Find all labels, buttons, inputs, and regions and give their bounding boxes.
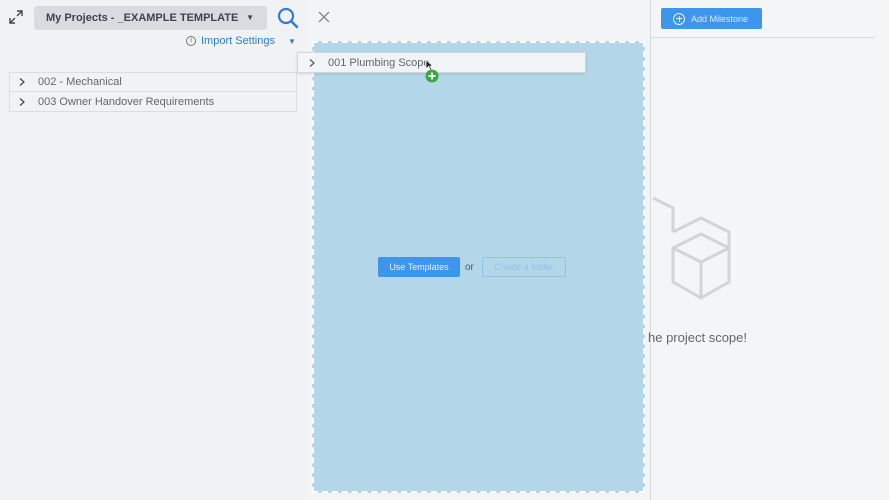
chevron-right-icon <box>309 58 315 67</box>
tree-item-label: 002 - Mechanical <box>38 76 122 88</box>
create-folder-button[interactable]: Create a folder <box>482 257 566 277</box>
chevron-right-icon[interactable] <box>18 97 26 106</box>
scope-tree: 002 - Mechanical 003 Owner Handover Requ… <box>9 72 297 112</box>
add-milestone-label: Add Milestone <box>691 13 749 24</box>
search-icon[interactable] <box>276 6 300 30</box>
add-plus-icon <box>425 69 439 83</box>
project-selector[interactable]: My Projects - _EXAMPLE TEMPLATE ▼ <box>34 6 267 30</box>
tree-item[interactable]: 002 - Mechanical <box>9 72 297 92</box>
tree-item-label: 003 Owner Handover Requirements <box>38 95 215 108</box>
info-icon: i <box>186 36 196 46</box>
header-divider <box>651 37 875 38</box>
chevron-right-icon[interactable] <box>18 78 26 86</box>
tree-item[interactable]: 003 Owner Handover Requirements <box>9 92 297 112</box>
import-settings-label: Import Settings <box>201 35 275 47</box>
empty-state-message: he project scope! <box>648 330 748 345</box>
left-panel: My Projects - _EXAMPLE TEMPLATE ▼ i Impo… <box>0 0 305 500</box>
expand-icon[interactable] <box>8 9 24 25</box>
drop-zone[interactable] <box>312 41 645 493</box>
dragged-tree-item[interactable]: 001 Plumbing Scope <box>297 52 586 73</box>
close-icon[interactable] <box>316 9 332 25</box>
or-text: or <box>465 262 474 273</box>
plus-circle-icon <box>673 12 685 25</box>
project-selector-label: My Projects - _EXAMPLE TEMPLATE <box>46 12 239 24</box>
import-settings-link[interactable]: i Import Settings ▼ <box>186 34 296 48</box>
add-milestone-button[interactable]: Add Milestone <box>661 8 762 29</box>
chevron-down-icon: ▼ <box>246 13 254 22</box>
chevron-down-icon: ▼ <box>287 36 296 46</box>
dragged-item-label: 001 Plumbing Scope <box>328 56 430 69</box>
cube-icon <box>652 196 731 300</box>
use-templates-button[interactable]: Use Templates <box>378 257 460 277</box>
